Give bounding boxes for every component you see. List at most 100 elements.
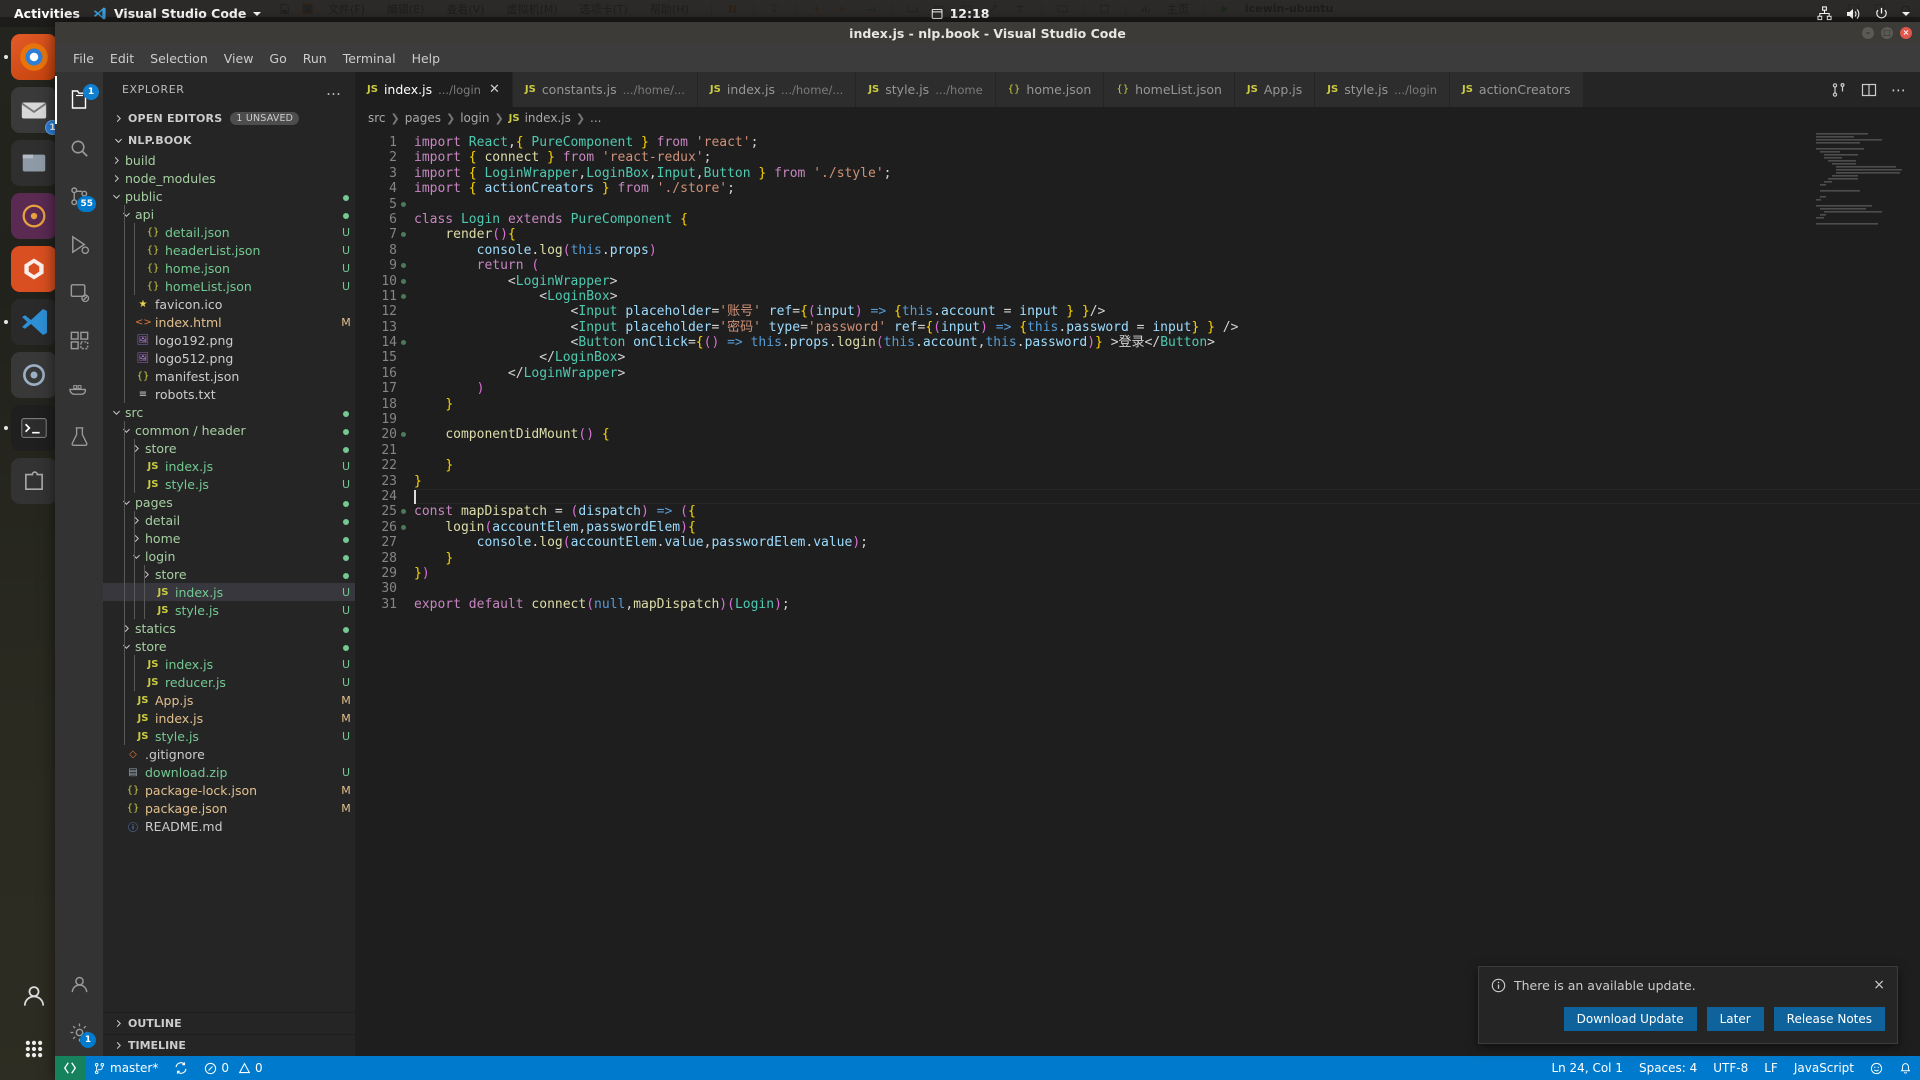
folding-indicator[interactable] bbox=[401, 524, 406, 530]
notifications-bell[interactable] bbox=[1891, 1056, 1920, 1080]
activity-remote-explorer[interactable] bbox=[55, 268, 103, 316]
tree-folder-public[interactable]: public bbox=[103, 187, 355, 205]
code-line[interactable]: <LoginBox> bbox=[414, 289, 1920, 304]
code-line[interactable] bbox=[414, 488, 1920, 505]
tree-file--gitignore[interactable]: ◇ .gitignore bbox=[103, 745, 355, 763]
code-line[interactable]: return ( bbox=[414, 258, 1920, 273]
file-tree[interactable]: build node_modules public api {} detail.json U… bbox=[103, 151, 355, 1012]
activity-settings[interactable]: 1 bbox=[55, 1008, 103, 1056]
encoding[interactable]: UTF-8 bbox=[1705, 1056, 1756, 1080]
breadcrumb-item[interactable]: src bbox=[368, 111, 386, 125]
dock-user[interactable] bbox=[11, 973, 57, 1019]
menu-view[interactable]: View bbox=[216, 48, 262, 69]
editor-tab-style-js-7[interactable]: JS style.js .../login bbox=[1315, 72, 1450, 107]
split-editor-down-icon[interactable] bbox=[1831, 82, 1847, 98]
vscode-menubar[interactable]: File Edit Selection View Go Run Terminal… bbox=[55, 44, 1920, 72]
tree-file-headerlist-json[interactable]: {} headerList.json U bbox=[103, 241, 355, 259]
tree-file-home-json[interactable]: {} home.json U bbox=[103, 259, 355, 277]
update-notification[interactable]: There is an available update. × Download… bbox=[1478, 966, 1898, 1044]
volume-icon[interactable] bbox=[1845, 6, 1861, 22]
tree-file-reducer-js[interactable]: JS reducer.js U bbox=[103, 673, 355, 691]
menu-file[interactable]: File bbox=[65, 48, 102, 69]
activity-extensions[interactable] bbox=[55, 316, 103, 364]
folding-indicator[interactable] bbox=[401, 263, 406, 269]
editor-tab-home-json-4[interactable]: {} home.json bbox=[995, 72, 1105, 107]
editor-tab-actions[interactable]: ⋯ bbox=[1817, 72, 1920, 107]
breadcrumb-item[interactable]: index.js bbox=[525, 111, 571, 125]
remote-indicator[interactable] bbox=[55, 1056, 85, 1080]
tree-file-index-html[interactable]: <> index.html M bbox=[103, 313, 355, 331]
close-icon[interactable]: ✕ bbox=[489, 82, 500, 97]
dock-thunderbird[interactable]: 1 bbox=[11, 87, 60, 135]
editor-tab-index-js-2[interactable]: JS index.js .../home/... bbox=[697, 72, 857, 107]
tree-folder-detail[interactable]: detail bbox=[103, 511, 355, 529]
problems-status[interactable]: 0 0 bbox=[196, 1056, 270, 1080]
code-line[interactable]: console.log(this.props) bbox=[414, 243, 1920, 258]
activity-bottom[interactable]: 1 bbox=[55, 960, 103, 1056]
menu-run[interactable]: Run bbox=[295, 48, 335, 69]
chevron-down-icon[interactable] bbox=[1902, 11, 1910, 16]
folding-indicator[interactable] bbox=[401, 278, 406, 284]
activity-search[interactable] bbox=[55, 124, 103, 172]
folding-indicator[interactable] bbox=[401, 201, 406, 207]
git-branch[interactable]: master* bbox=[85, 1056, 166, 1080]
activities-button[interactable]: Activities bbox=[0, 6, 92, 21]
code-content[interactable]: import React,{ PureComponent } from 'rea… bbox=[411, 129, 1920, 1056]
code-line[interactable]: import { connect } from 'react-redux'; bbox=[414, 150, 1920, 165]
tree-file-style-js[interactable]: JS style.js U bbox=[103, 601, 355, 619]
tree-folder-store[interactable]: store bbox=[103, 565, 355, 583]
tree-file-style-js[interactable]: JS style.js U bbox=[103, 475, 355, 493]
maximize-button[interactable]: □ bbox=[1881, 27, 1893, 39]
code-line[interactable] bbox=[414, 443, 1920, 458]
tree-file-index-js[interactable]: JS index.js U bbox=[103, 655, 355, 673]
code-line[interactable]: </LoginWrapper> bbox=[414, 366, 1920, 381]
minimize-button[interactable]: – bbox=[1862, 27, 1874, 39]
system-indicators[interactable] bbox=[1817, 6, 1910, 22]
tree-folder-statics[interactable]: statics bbox=[103, 619, 355, 637]
dock-rhythmbox[interactable] bbox=[11, 193, 57, 239]
chevron-down-icon[interactable] bbox=[253, 11, 262, 16]
code-line[interactable]: } bbox=[414, 458, 1920, 473]
minimap[interactable] bbox=[1814, 131, 1906, 231]
tree-folder-node-modules[interactable]: node_modules bbox=[103, 169, 355, 187]
code-line[interactable]: console.log(accountElem.value,passwordEl… bbox=[414, 535, 1920, 550]
tree-file-favicon-ico[interactable]: ★ favicon.ico bbox=[103, 295, 355, 313]
network-icon[interactable] bbox=[1817, 6, 1832, 21]
code-line[interactable]: <Input placeholder='密码' type='password' … bbox=[414, 320, 1920, 335]
activity-docker[interactable] bbox=[55, 364, 103, 412]
editor-tabs[interactable]: JS index.js .../login ✕ JS constants.js .../ho… bbox=[355, 72, 1920, 107]
activity-explorer[interactable]: 1 bbox=[55, 76, 103, 124]
folding-indicator[interactable] bbox=[401, 232, 406, 238]
tree-folder-api[interactable]: api bbox=[103, 205, 355, 223]
section-outline[interactable]: OUTLINE bbox=[103, 1012, 355, 1034]
editor-tab-actioncreators-8[interactable]: JS actionCreators bbox=[1449, 72, 1584, 107]
editor-tab-style-js-3[interactable]: JS style.js .../home bbox=[856, 72, 996, 107]
folding-indicator[interactable] bbox=[401, 509, 406, 515]
code-line[interactable] bbox=[414, 412, 1920, 427]
split-editor-icon[interactable] bbox=[1861, 82, 1877, 98]
section-open-editors[interactable]: OPEN EDITORS 1 UNSAVED bbox=[103, 107, 355, 129]
editor-tab-homelist-json-5[interactable]: {} homeList.json bbox=[1104, 72, 1235, 107]
code-line[interactable]: } bbox=[414, 551, 1920, 566]
tree-file-package-lock-json[interactable]: {} package-lock.json M bbox=[103, 781, 355, 799]
eol[interactable]: LF bbox=[1756, 1056, 1786, 1080]
dock-firefox[interactable] bbox=[4, 34, 57, 80]
tree-folder-src[interactable]: src bbox=[103, 403, 355, 421]
active-app-indicator[interactable]: Visual Studio Code bbox=[92, 6, 262, 21]
later-button[interactable]: Later bbox=[1706, 1007, 1764, 1031]
code-line[interactable]: } bbox=[414, 397, 1920, 412]
tree-file-logo192-png[interactable]: 🖼 logo192.png bbox=[103, 331, 355, 349]
tree-file-download-zip[interactable]: ▤ download.zip U bbox=[103, 763, 355, 781]
menu-help[interactable]: Help bbox=[404, 48, 449, 69]
code-line[interactable]: } bbox=[414, 474, 1920, 489]
breadcrumb-item[interactable]: ... bbox=[590, 111, 601, 125]
code-line[interactable]: import { LoginWrapper,LoginBox,Input,But… bbox=[414, 166, 1920, 181]
editor-tab-constants-js-1[interactable]: JS constants.js .../home/... bbox=[512, 72, 698, 107]
indentation[interactable]: Spaces: 4 bbox=[1631, 1056, 1705, 1080]
tree-file-style-js[interactable]: JS style.js U bbox=[103, 727, 355, 745]
sidebar-more-actions[interactable]: … bbox=[326, 81, 341, 99]
dock-extra[interactable] bbox=[11, 458, 57, 504]
code-line[interactable]: render(){ bbox=[414, 227, 1920, 242]
tree-folder-home[interactable]: home bbox=[103, 529, 355, 547]
code-line[interactable]: class Login extends PureComponent { bbox=[414, 212, 1920, 227]
